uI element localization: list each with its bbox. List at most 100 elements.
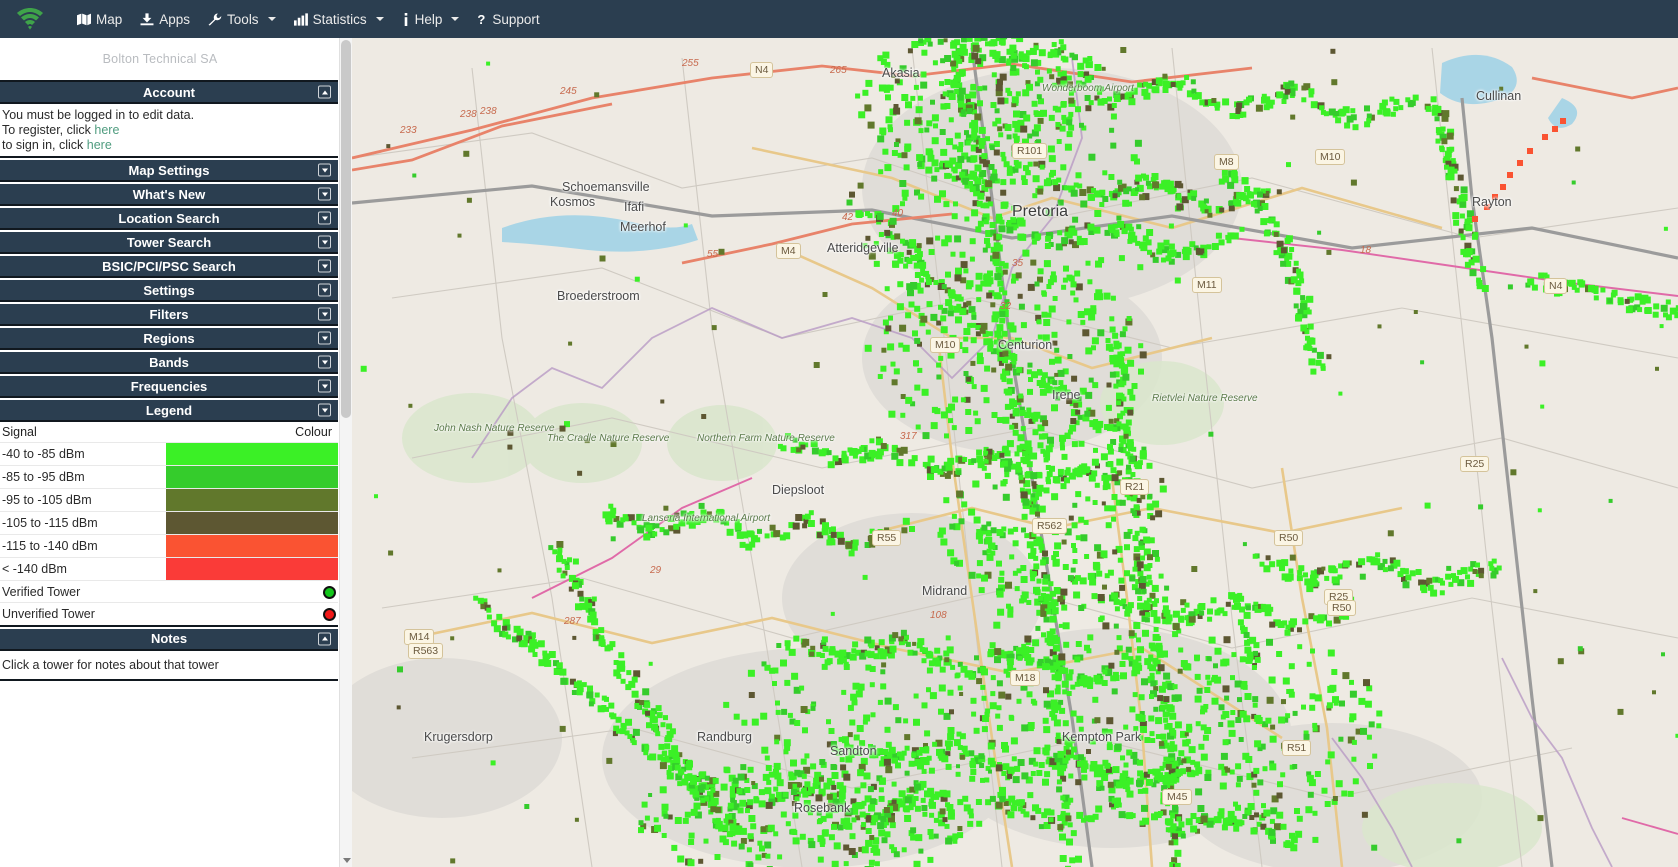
- nav-item-statistics[interactable]: Statistics: [285, 0, 393, 38]
- nav-item-map[interactable]: Map: [68, 0, 131, 38]
- coverage-cell: [1133, 622, 1141, 629]
- coverage-cell: [1320, 109, 1326, 115]
- coverage-cell: [955, 316, 962, 324]
- coverage-cell: [648, 793, 653, 797]
- register-link[interactable]: here: [94, 123, 119, 137]
- coverage-cell: [1048, 172, 1054, 178]
- sidebar-scrollbar-thumb[interactable]: [341, 40, 351, 418]
- coverage-cell: [943, 790, 951, 798]
- expand-toggle-icon[interactable]: [318, 403, 331, 417]
- panel-title-frequencies: Frequencies: [130, 378, 208, 394]
- coverage-cell: [1330, 48, 1336, 54]
- expand-toggle-icon[interactable]: [318, 307, 331, 321]
- map-canvas[interactable]: Pretoria Centurion Midrand Sandton Randburg K…: [352, 38, 1678, 867]
- coverage-cell: [802, 523, 808, 529]
- coverage-cell: [1058, 39, 1064, 45]
- coverage-cell: [1163, 696, 1170, 703]
- coverage-cell: [1260, 218, 1268, 226]
- coverage-cell: [1218, 704, 1225, 711]
- coverage-cell: [1169, 712, 1177, 720]
- coverage-cell: [880, 443, 887, 449]
- scroll-down-arrow-icon[interactable]: [342, 858, 351, 863]
- coverage-cell: [1135, 588, 1142, 595]
- expand-toggle-icon[interactable]: [318, 259, 331, 273]
- expand-toggle-icon[interactable]: [318, 235, 331, 249]
- panel-header-notes[interactable]: Notes: [0, 628, 338, 651]
- coverage-cell: [1147, 769, 1153, 775]
- nav-item-help[interactable]: Help: [393, 0, 469, 38]
- signin-link[interactable]: here: [87, 138, 112, 152]
- expand-toggle-icon[interactable]: [318, 211, 331, 225]
- coverage-cell: [486, 61, 491, 66]
- coverage-cell: [877, 699, 883, 705]
- coverage-cell: [1004, 472, 1010, 478]
- panel-title-bsic-pci-psc-search: BSIC/PCI/PSC Search: [102, 258, 236, 274]
- coverage-cell: [1001, 460, 1008, 467]
- coverage-cell: [808, 841, 816, 849]
- coverage-cell: [877, 748, 883, 755]
- coverage-cell: [1075, 535, 1081, 541]
- panel-header-map-settings[interactable]: Map Settings: [0, 160, 338, 183]
- coverage-cell: [1006, 378, 1013, 385]
- coverage-cell: [904, 770, 910, 776]
- coverage-cell: [1135, 655, 1142, 662]
- coverage-cell: [864, 636, 872, 644]
- expand-toggle-icon[interactable]: [318, 331, 331, 345]
- panel-header-whats-new[interactable]: What's New: [0, 184, 338, 207]
- coverage-cell: [884, 726, 891, 733]
- coverage-cell: [1013, 526, 1019, 532]
- coverage-cell: [769, 524, 776, 531]
- coverage-cell: [939, 81, 944, 87]
- coverage-cell: [736, 531, 744, 539]
- expand-toggle-icon[interactable]: [318, 379, 331, 393]
- coverage-cell: [1193, 770, 1199, 776]
- coverage-cell: [626, 670, 632, 676]
- coverage-cell: [1206, 656, 1212, 662]
- coverage-cell: [1027, 161, 1033, 167]
- sidebar-scrollbar[interactable]: [339, 38, 352, 867]
- collapse-toggle-icon[interactable]: [318, 632, 331, 646]
- coverage-cell: [1226, 238, 1232, 244]
- panel-header-regions[interactable]: Regions: [0, 328, 338, 351]
- coverage-cell: [970, 697, 977, 704]
- expand-toggle-icon[interactable]: [318, 283, 331, 297]
- coverage-cell: [1157, 664, 1165, 672]
- coverage-cell: [982, 715, 989, 722]
- collapse-toggle-icon[interactable]: [318, 85, 331, 99]
- panel-header-tower-search[interactable]: Tower Search: [0, 232, 338, 255]
- coverage-cell: [1325, 759, 1331, 765]
- nav-item-support[interactable]: ? Support: [468, 0, 548, 38]
- coverage-cell: [686, 515, 692, 522]
- panel-header-location-search[interactable]: Location Search: [0, 208, 338, 231]
- coverage-cell: [1121, 598, 1127, 604]
- coverage-cell: [1131, 383, 1138, 389]
- coverage-cell: [1352, 124, 1359, 131]
- expand-toggle-icon[interactable]: [318, 163, 331, 177]
- brand-logo[interactable]: [12, 4, 48, 34]
- coverage-cell: [1349, 679, 1354, 685]
- panel-header-bsic-pci-psc-search[interactable]: BSIC/PCI/PSC Search: [0, 256, 338, 279]
- panel-settings: Settings: [0, 280, 338, 303]
- panel-header-bands[interactable]: Bands: [0, 352, 338, 375]
- coverage-cell: [1358, 697, 1366, 705]
- coverage-cell: [1499, 86, 1504, 91]
- panel-header-settings[interactable]: Settings: [0, 280, 338, 303]
- coverage-cell: [1158, 685, 1166, 693]
- nav-item-tools[interactable]: Tools: [199, 0, 285, 38]
- watermark-text: Bolton Technical SA: [102, 52, 218, 66]
- panel-header-frequencies[interactable]: Frequencies: [0, 376, 338, 399]
- coverage-cell: [800, 444, 806, 450]
- coverage-cell: [880, 59, 887, 65]
- expand-toggle-icon[interactable]: [318, 355, 331, 369]
- panel-header-account[interactable]: Account: [0, 82, 338, 104]
- nav-item-apps[interactable]: Apps: [131, 0, 199, 38]
- coverage-cell: [1044, 243, 1051, 249]
- expand-toggle-icon[interactable]: [318, 187, 331, 201]
- coverage-cell: [983, 338, 991, 346]
- panel-header-legend[interactable]: Legend: [0, 400, 338, 423]
- coverage-cell: [942, 91, 948, 97]
- coverage-cell: [700, 509, 707, 516]
- panel-header-filters[interactable]: Filters: [0, 304, 338, 327]
- coverage-cell: [1043, 616, 1050, 623]
- coverage-cell: [1060, 795, 1066, 801]
